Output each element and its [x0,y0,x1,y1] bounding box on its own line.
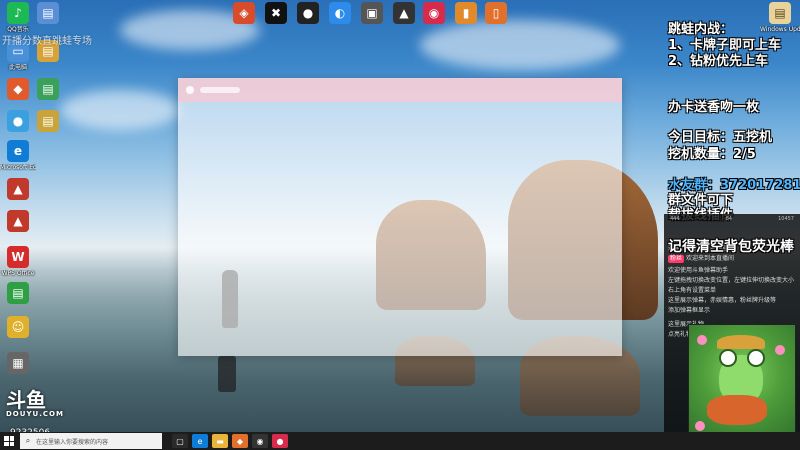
douyu-domain: DOUYU.COM [6,410,64,418]
app-icon: ◐ [329,2,351,24]
windows-logo-icon [4,436,14,446]
overlay-goal: 今日目标：五挖机 [668,130,773,145]
app-window[interactable] [178,78,622,356]
desktop-icon[interactable]: ◉ [416,2,452,26]
fox-figure [707,395,767,425]
overlay-backpack-note: 记得清空背包荧光棒 [668,239,794,255]
chat-stat-fans: 84 [725,216,732,222]
douyu-logo: 斗鱼 DOUYU.COM [6,390,64,418]
desktop: ♪QQ音乐▭此电脑◆●eMicrosoft Edge▲▲WWPS Office▤… [0,0,800,450]
desktop-icon[interactable]: ◈ [226,2,262,26]
chat-line: 这里展示弹幕，赤娱情惠，粉丝牌升级等 [668,297,777,304]
app-icon: ▮ [455,2,477,24]
window-title [200,87,240,93]
desktop-icon[interactable]: W WPS Office [0,246,36,277]
desktop-icon-label: WPS Office [1,270,35,277]
wallpaper-runner-reflection [218,356,236,392]
desktop-icon[interactable]: ▲ [0,178,36,202]
desktop-icon[interactable]: ◐ [322,2,358,26]
flower [775,345,785,355]
overlay-title: 跳蛙内战： [668,22,734,37]
desktop-icon[interactable]: ▤ [30,110,66,134]
file-icon: ▤ [37,110,59,132]
desktop-icon[interactable]: ▯ [478,2,514,26]
overlay-rule-2: 2、钻粉优先上车 [668,54,769,69]
desktop-icon-label: QQ音乐 [7,26,29,33]
desktop-icon[interactable]: ▲ [0,210,36,234]
chat-line: 添加弹幕框显示 [668,307,711,314]
app-icon: W [7,246,29,268]
desktop-icon[interactable]: ▤ [30,2,66,26]
frog-eye [747,349,765,367]
taskbar: ⌕ 在这里输入你要搜索的内容 ▢ e ▬ ◆ ◉ ● [0,432,800,450]
search-placeholder: 在这里输入你要搜索的内容 [36,438,109,446]
overlay-ghost-text: 开播分数直跳蛙专场 [2,36,92,47]
overlay-gift: 办卡送香吻一枚 [668,100,760,115]
overlay-file-note: 群文件可下 [668,193,734,208]
app-icon: ● [297,2,319,24]
taskbar-file-explorer-icon[interactable]: ▬ [212,434,228,448]
app-icon: ☺ [7,316,29,338]
flower [695,421,705,431]
file-icon: ▤ [37,2,59,24]
desktop-icon[interactable]: ☺ [0,316,36,340]
desktop-icon-label: 此电脑 [8,64,27,71]
taskbar-edge-icon[interactable]: e [192,434,208,448]
taskbar-search-box[interactable]: ⌕ 在这里输入你要搜索的内容 [20,433,162,449]
taskbar-apps: ▢ e ▬ ◆ ◉ ● [168,434,288,448]
app-icon [186,86,194,94]
desktop-icon[interactable]: ▦ [0,352,36,376]
chat-line: 左键拖拽切换改变位置，左键拉伸切换改变大小 [668,277,795,284]
desktop-icon[interactable]: ▤ [30,78,66,102]
desktop-icon-windows-update[interactable]: ▤ Windows Update B... [760,2,800,33]
chat-line: 欢迎使用斗鱼弹幕助手 [668,267,729,274]
app-icon: ▲ [7,178,29,200]
chat-stats: 444 84 10457 [664,214,800,224]
app-icon: ▣ [361,2,383,24]
desktop-icon[interactable]: e Microsoft Edge [0,140,36,171]
app-icon: ▤ [7,282,29,304]
app-icon: ▦ [7,352,29,374]
fan-badge: 粉丝 [668,255,685,263]
app-icon: ◈ [233,2,255,24]
file-icon: ▤ [37,78,59,100]
window-titlebar[interactable] [178,78,622,102]
chat-stat-viewers: 444 [670,216,680,222]
start-button[interactable] [0,432,18,450]
app-icon: ▲ [393,2,415,24]
overlay-group: 水友群：372017281 [668,178,800,193]
app-icon: ▯ [485,2,507,24]
app-icon: ▲ [7,210,29,232]
taskbar-task-view-icon[interactable]: ▢ [172,434,188,448]
app-icon: ◆ [7,78,29,100]
desktop-icon-label: Microsoft Edge [0,164,36,171]
desktop-icon-label: Windows Update B... [760,26,800,33]
app-icon: ✖ [265,2,287,24]
search-icon: ⌕ [25,436,31,445]
app-icon: e [7,140,29,162]
app-icon: ♪ [7,2,29,24]
frog-eye [719,349,737,367]
overlay-rule-1: 1、卡牌子即可上车 [668,38,782,53]
chat-stat-hot: 10457 [778,216,794,222]
douyu-logo-text: 斗鱼 [6,388,46,412]
desktop-icon[interactable]: ✖ [258,2,294,26]
app-icon: ◉ [423,2,445,24]
wallpaper-cloud [420,20,620,70]
flower [697,335,707,345]
taskbar-app-dark-icon[interactable]: ◉ [252,434,268,448]
file-icon: ▤ [769,2,791,24]
desktop-icon[interactable]: ● [290,2,326,26]
overlay-count: 挖机数量：2/5 [668,147,756,162]
desktop-icon[interactable]: ▣ [354,2,390,26]
streamer-avatar-frog [688,324,796,444]
chat-line: 右上角有设置菜单 [668,287,717,294]
wallpaper-cloud [60,90,180,130]
desktop-icon[interactable]: ▤ [0,282,36,306]
app-icon: ● [7,110,29,132]
taskbar-app-red-icon[interactable]: ● [272,434,288,448]
chat-line-text: 欢迎来到本直播间 [686,255,735,262]
taskbar-app-orange-icon[interactable]: ◆ [232,434,248,448]
frog-hat [717,335,765,349]
